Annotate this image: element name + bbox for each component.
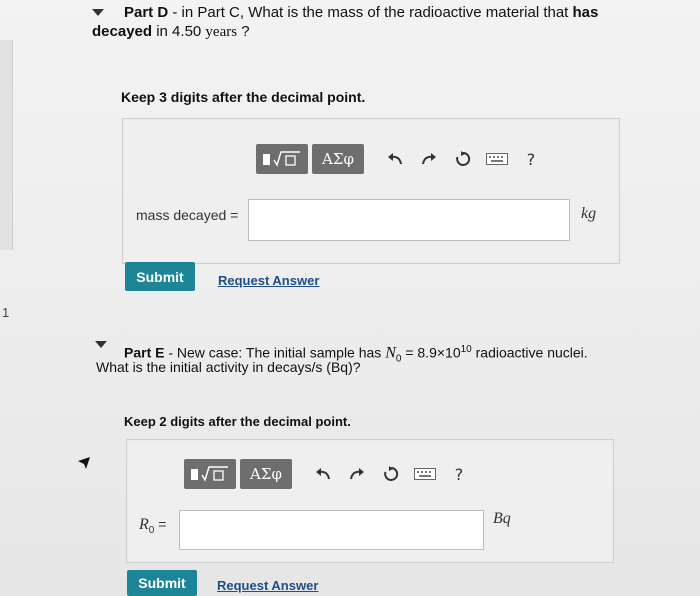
R0-input[interactable] xyxy=(179,510,484,550)
partD-line2-end: ? xyxy=(237,23,250,40)
partD-instruction: Keep 3 digits after the decimal point. xyxy=(121,89,366,105)
partD-title-text: - in Part C, What is the mass of the rad… xyxy=(168,4,573,21)
partE-heading-line2: What is the initial activity in decays/s… xyxy=(96,359,361,375)
mouse-cursor-icon xyxy=(78,457,90,469)
fraction-root-icon-e xyxy=(191,466,228,482)
partD-line2-bold: decayed xyxy=(92,23,153,40)
partE-submit-button[interactable]: Submit xyxy=(127,570,197,596)
template-fraction-button[interactable] xyxy=(256,144,308,174)
redo-icon[interactable] xyxy=(412,144,446,174)
redo-icon-e[interactable] xyxy=(340,459,374,489)
R0-equals: = xyxy=(154,516,167,532)
mass-decayed-input[interactable] xyxy=(248,199,570,241)
collapse-caret-icon[interactable] xyxy=(92,9,104,16)
template-fraction-button-e[interactable] xyxy=(184,459,236,489)
partE-instruction: Keep 2 digits after the decimal point. xyxy=(124,414,351,429)
page: 1 Part D - in Part C, What is the mass o… xyxy=(0,0,700,596)
reset-icon[interactable] xyxy=(446,144,480,174)
keyboard-icon[interactable] xyxy=(480,144,514,174)
partD-request-answer-link[interactable]: Request Answer xyxy=(218,273,319,288)
R0-symbol: R xyxy=(139,516,149,533)
left-sidebar-strip xyxy=(0,40,13,250)
partE-math-sup: 10 xyxy=(460,344,472,355)
partE-title-end: radioactive nuclei. xyxy=(471,344,588,361)
collapse-caret-icon-e[interactable] xyxy=(95,341,107,348)
partE-unit: Bq xyxy=(493,510,511,527)
partD-label: Part D xyxy=(124,4,169,21)
undo-icon-e[interactable] xyxy=(306,459,340,489)
partD-submit-button[interactable]: Submit xyxy=(125,262,195,291)
undo-icon[interactable] xyxy=(378,144,412,174)
partD-heading-line2: decayed in 4.50 years ? xyxy=(92,22,250,42)
partE-request-answer-link[interactable]: Request Answer xyxy=(217,578,318,593)
help-icon[interactable]: ? xyxy=(514,144,548,174)
mass-decayed-label: mass decayed = xyxy=(136,207,239,223)
partD-heading: Part D - in Part C, What is the mass of … xyxy=(124,3,684,22)
partE-answer-panel: ΑΣφ ? R0 = Bq xyxy=(126,439,614,563)
partD-answer-panel: ΑΣφ ? mass decayed = kg xyxy=(122,118,620,264)
partD-toolbar: ΑΣφ ? xyxy=(256,144,548,174)
greek-symbols-button-e[interactable]: ΑΣφ xyxy=(240,459,292,489)
reset-icon-e[interactable] xyxy=(374,459,408,489)
partD-line2-mid: in 4.50 xyxy=(152,23,206,40)
partE-math-value: = 8.9×10 xyxy=(401,344,461,361)
partD-unit: kg xyxy=(581,205,597,222)
fraction-root-icon xyxy=(263,151,300,167)
partD-years: years xyxy=(205,24,238,40)
greek-symbols-button[interactable]: ΑΣφ xyxy=(312,144,364,174)
keyboard-icon-e[interactable] xyxy=(408,459,442,489)
R0-label: R0 = xyxy=(139,516,166,536)
partE-toolbar: ΑΣφ ? xyxy=(184,459,476,489)
partD-title-bold: has xyxy=(572,4,599,21)
sidebar-number: 1 xyxy=(2,305,10,320)
partE-math-symbol: N xyxy=(385,344,396,362)
help-icon-e[interactable]: ? xyxy=(442,459,476,489)
